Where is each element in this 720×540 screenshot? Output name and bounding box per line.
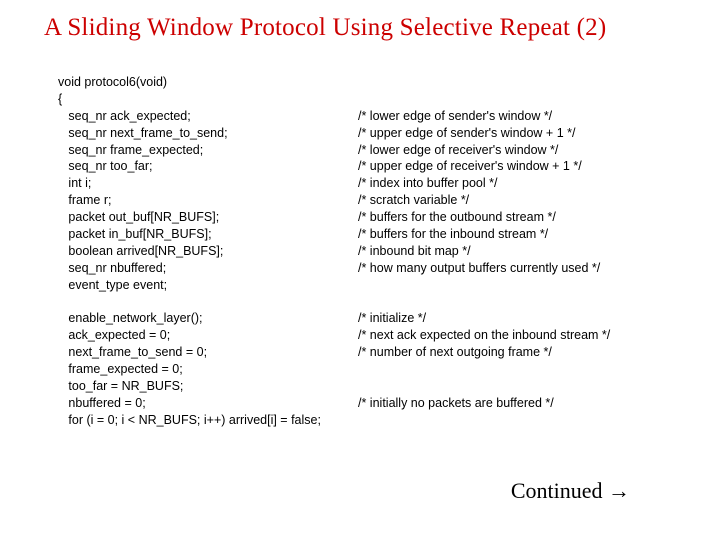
code-text: packet in_buf[NR_BUFS]; bbox=[58, 226, 358, 243]
code-comment bbox=[358, 91, 668, 108]
code-line: packet out_buf[NR_BUFS];/* buffers for t… bbox=[58, 209, 668, 226]
code-text: int i; bbox=[58, 175, 358, 192]
code-text: frame_expected = 0; bbox=[58, 361, 358, 378]
code-line: seq_nr ack_expected;/* lower edge of sen… bbox=[58, 108, 668, 125]
code-text: seq_nr next_frame_to_send; bbox=[58, 125, 358, 142]
code-text: seq_nr frame_expected; bbox=[58, 142, 358, 159]
code-line: seq_nr too_far;/* upper edge of receiver… bbox=[58, 158, 668, 175]
code-line: too_far = NR_BUFS; bbox=[58, 378, 668, 395]
code-text: seq_nr nbuffered; bbox=[58, 260, 358, 277]
code-comment: /* buffers for the outbound stream */ bbox=[358, 209, 668, 226]
code-text: nbuffered = 0; bbox=[58, 395, 358, 412]
code-line: for (i = 0; i < NR_BUFS; i++) arrived[i]… bbox=[58, 412, 668, 429]
code-line: seq_nr next_frame_to_send;/* upper edge … bbox=[58, 125, 668, 142]
code-block: void protocol6(void) { seq_nr ack_expect… bbox=[58, 74, 668, 429]
code-comment: /* next ack expected on the inbound stre… bbox=[358, 327, 668, 344]
code-comment: /* how many output buffers currently use… bbox=[358, 260, 668, 277]
code-comment: /* upper edge of sender's window + 1 */ bbox=[358, 125, 668, 142]
code-comment: /* scratch variable */ bbox=[358, 192, 668, 209]
code-comment bbox=[358, 412, 668, 429]
code-comment: /* buffers for the inbound stream */ bbox=[358, 226, 668, 243]
code-text: { bbox=[58, 91, 358, 108]
code-comment bbox=[358, 277, 668, 294]
code-line: ack_expected = 0;/* next ack expected on… bbox=[58, 327, 668, 344]
code-text: ack_expected = 0; bbox=[58, 327, 358, 344]
code-line: seq_nr nbuffered;/* how many output buff… bbox=[58, 260, 668, 277]
code-comment: /* number of next outgoing frame */ bbox=[358, 344, 668, 361]
code-line: frame_expected = 0; bbox=[58, 361, 668, 378]
code-line: int i;/* index into buffer pool */ bbox=[58, 175, 668, 192]
code-comment: /* lower edge of receiver's window */ bbox=[358, 142, 668, 159]
slide: A Sliding Window Protocol Using Selectiv… bbox=[0, 0, 720, 540]
code-line: event_type event; bbox=[58, 277, 668, 294]
code-text: too_far = NR_BUFS; bbox=[58, 378, 358, 395]
code-line: seq_nr frame_expected;/* lower edge of r… bbox=[58, 142, 668, 159]
code-text: next_frame_to_send = 0; bbox=[58, 344, 358, 361]
code-line: packet in_buf[NR_BUFS];/* buffers for th… bbox=[58, 226, 668, 243]
code-line: boolean arrived[NR_BUFS];/* inbound bit … bbox=[58, 243, 668, 260]
code-text: boolean arrived[NR_BUFS]; bbox=[58, 243, 358, 260]
code-line: enable_network_layer();/* initialize */ bbox=[58, 310, 668, 327]
code-text: seq_nr too_far; bbox=[58, 158, 358, 175]
code-comment: /* initialize */ bbox=[358, 310, 668, 327]
continued-label: Continued → bbox=[511, 478, 630, 504]
code-line: next_frame_to_send = 0;/* number of next… bbox=[58, 344, 668, 361]
code-line: frame r;/* scratch variable */ bbox=[58, 192, 668, 209]
code-text: packet out_buf[NR_BUFS]; bbox=[58, 209, 358, 226]
code-comment bbox=[358, 74, 668, 91]
code-text: void protocol6(void) bbox=[58, 74, 358, 91]
code-comment: /* index into buffer pool */ bbox=[358, 175, 668, 192]
code-text: seq_nr ack_expected; bbox=[58, 108, 358, 125]
code-text: enable_network_layer(); bbox=[58, 310, 358, 327]
code-text: event_type event; bbox=[58, 277, 358, 294]
code-comment bbox=[358, 361, 668, 378]
code-line: void protocol6(void) bbox=[58, 74, 668, 91]
blank-line bbox=[58, 293, 668, 310]
code-comment: /* inbound bit map */ bbox=[358, 243, 668, 260]
slide-title: A Sliding Window Protocol Using Selectiv… bbox=[44, 14, 700, 42]
code-comment: /* lower edge of sender's window */ bbox=[358, 108, 668, 125]
code-line: nbuffered = 0;/* initially no packets ar… bbox=[58, 395, 668, 412]
code-comment: /* upper edge of receiver's window + 1 *… bbox=[358, 158, 668, 175]
code-comment bbox=[358, 378, 668, 395]
code-text: frame r; bbox=[58, 192, 358, 209]
code-text: for (i = 0; i < NR_BUFS; i++) arrived[i]… bbox=[58, 412, 358, 429]
code-comment: /* initially no packets are buffered */ bbox=[358, 395, 668, 412]
code-line: { bbox=[58, 91, 668, 108]
